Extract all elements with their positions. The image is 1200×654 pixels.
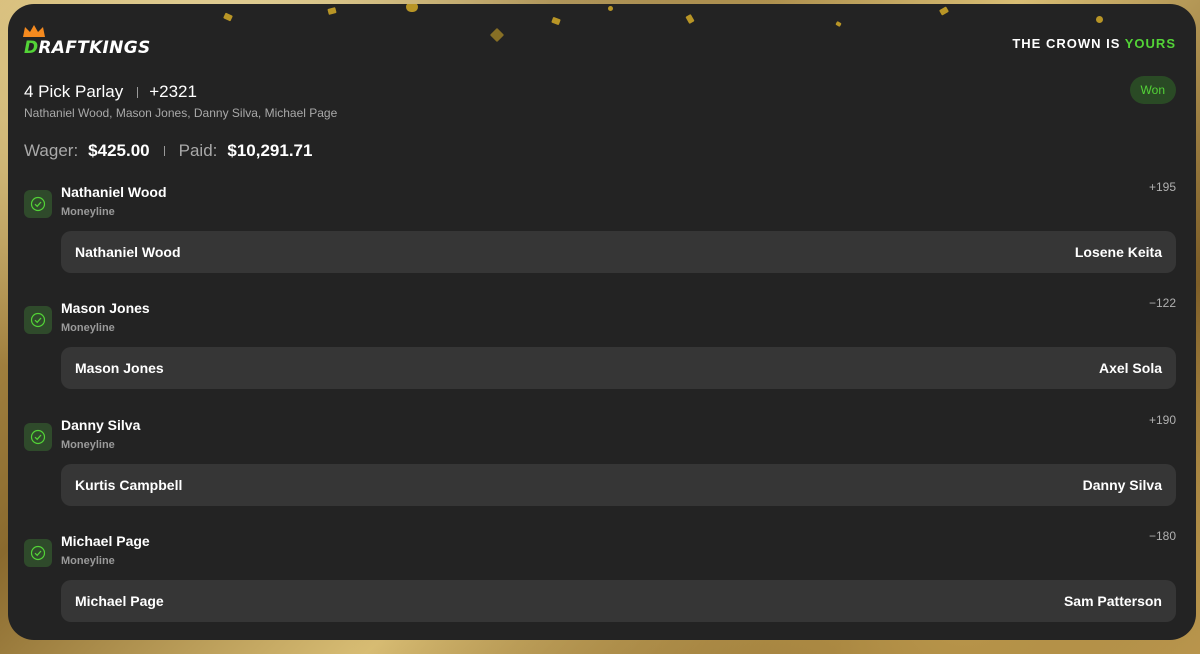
matchup-bar: Kurtis Campbell Danny Silva — [61, 464, 1176, 506]
leg-odds: +190 — [1148, 413, 1176, 427]
matchup-bar: Nathaniel Wood Losene Keita — [61, 231, 1176, 273]
fighter-left: Nathaniel Wood — [75, 244, 181, 260]
logo-wordmark: DRAFTKINGS — [24, 38, 151, 58]
leg-pick: Michael Page — [61, 533, 150, 549]
confetti-decoration — [608, 6, 613, 11]
fighter-left: Kurtis Campbell — [75, 477, 183, 493]
confetti-decoration — [939, 6, 949, 16]
parlay-leg: Nathaniel Wood Moneyline +195 Nathaniel … — [24, 180, 1176, 288]
leg-market: Moneyline — [61, 439, 115, 451]
bet-header: 4 Pick Parlay +2321 Nathaniel Wood, Maso… — [24, 76, 1176, 120]
leg-pick: Mason Jones — [61, 300, 150, 316]
top-bar: DRAFTKINGS THE CROWN IS YOURS — [23, 24, 1176, 64]
matchup-bar: Mason Jones Axel Sola — [61, 347, 1176, 389]
paid-value: $10,291.71 — [227, 141, 313, 160]
bet-title: 4 Pick Parlay — [24, 82, 124, 101]
parlay-leg: Danny Silva Moneyline +190 Kurtis Campbe… — [24, 413, 1176, 521]
fighter-left: Mason Jones — [75, 360, 164, 376]
paid-label: Paid: — [178, 141, 218, 160]
leg-odds: +195 — [1148, 180, 1176, 194]
check-icon — [24, 423, 52, 451]
fighter-right: Danny Silva — [1082, 477, 1162, 493]
confetti-decoration — [1096, 16, 1103, 23]
fighter-right: Losene Keita — [1074, 244, 1162, 260]
draftkings-logo: DRAFTKINGS — [23, 25, 151, 58]
bet-share-card: DRAFTKINGS THE CROWN IS YOURS 4 Pick Par… — [8, 4, 1196, 640]
fighter-right: Sam Patterson — [1063, 593, 1162, 609]
bet-odds: +2321 — [149, 82, 197, 101]
leg-pick: Danny Silva — [61, 417, 141, 433]
parlay-leg: Michael Page Moneyline −180 Michael Page… — [24, 529, 1176, 637]
wager-row: Wager: $425.00 Paid: $10,291.71 — [24, 141, 312, 161]
fighter-left: Michael Page — [75, 593, 164, 609]
wager-label: Wager: — [24, 141, 79, 160]
bet-participants: Nathaniel Wood, Mason Jones, Danny Silva… — [24, 106, 338, 120]
leg-market: Moneyline — [61, 322, 115, 334]
status-badge: Won — [1129, 76, 1176, 104]
check-icon — [24, 306, 52, 334]
matchup-bar: Michael Page Sam Patterson — [61, 580, 1176, 622]
check-icon — [24, 190, 52, 218]
leg-pick: Nathaniel Wood — [61, 184, 167, 200]
confetti-decoration — [327, 7, 337, 15]
confetti-decoration — [685, 14, 695, 24]
fighter-right: Axel Sola — [1098, 360, 1162, 376]
leg-odds: −180 — [1148, 529, 1176, 543]
wager-value: $425.00 — [88, 141, 150, 160]
tagline: THE CROWN IS YOURS — [1012, 36, 1176, 51]
check-icon — [24, 539, 52, 567]
divider — [137, 86, 139, 98]
crown-icon — [23, 25, 45, 37]
tagline-highlight: YOURS — [1124, 36, 1176, 51]
parlay-leg: Mason Jones Moneyline −122 Mason Jones A… — [24, 296, 1176, 404]
leg-odds: −122 — [1148, 296, 1176, 310]
confetti-decoration — [406, 4, 418, 12]
tagline-text: THE CROWN IS — [1012, 36, 1125, 51]
divider — [163, 146, 165, 156]
leg-market: Moneyline — [61, 206, 115, 218]
leg-market: Moneyline — [61, 555, 115, 567]
bet-title-row: 4 Pick Parlay +2321 — [24, 82, 1176, 102]
confetti-decoration — [223, 12, 233, 22]
